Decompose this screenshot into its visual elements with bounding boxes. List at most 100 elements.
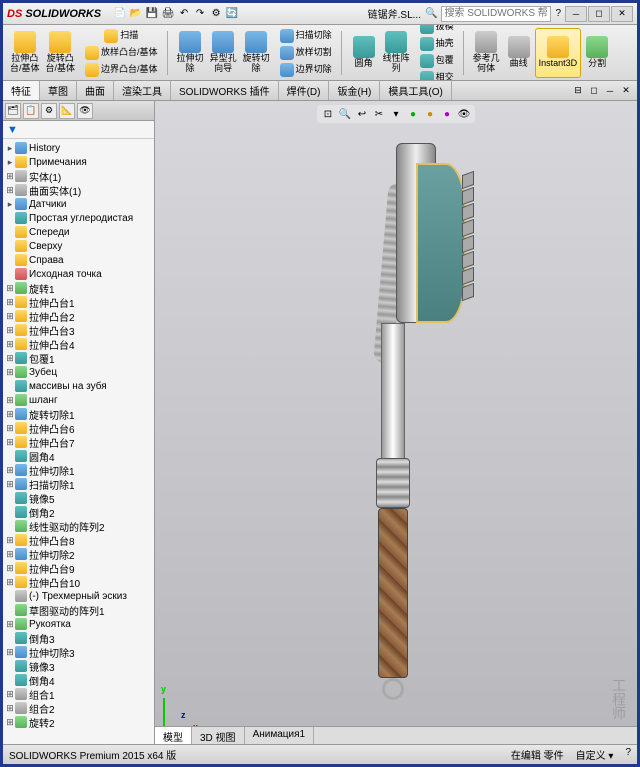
expand-icon[interactable]: ⊞ — [5, 689, 15, 700]
tree-item[interactable]: ⊞拉伸凸台2 — [3, 309, 154, 323]
prev-view-icon[interactable]: ↩ — [355, 107, 369, 121]
expand-icon[interactable]: ⊞ — [5, 409, 15, 420]
tree-item[interactable]: ⊞拉伸凸台6 — [3, 421, 154, 435]
expand-icon[interactable]: ⊞ — [5, 437, 15, 448]
appear-icon[interactable]: ● — [440, 107, 454, 121]
tree-item[interactable]: Сверху — [3, 239, 154, 253]
ribbon-button[interactable]: 扫描切除 — [277, 28, 335, 44]
status-custom[interactable]: 自定义 ▾ — [576, 747, 614, 762]
expand-icon[interactable]: ⊞ — [5, 465, 15, 476]
zoom-fit-icon[interactable]: ⊡ — [321, 107, 335, 121]
tree-item[interactable]: ▸Примечания — [3, 155, 154, 169]
ribbon-button[interactable]: Instant3D — [535, 28, 582, 78]
tree-item[interactable]: 倒角2 — [3, 505, 154, 519]
ribbon-button[interactable]: 异型孔向导 — [207, 28, 240, 78]
window-control-icon[interactable]: ◻ — [587, 84, 601, 98]
new-icon[interactable]: 📄 — [113, 7, 127, 21]
ribbon-button[interactable]: 边界凸台/基体 — [82, 62, 161, 78]
window-control-icon[interactable]: ⊟ — [571, 84, 585, 98]
command-tab[interactable]: 渲染工具 — [114, 81, 171, 100]
close-button[interactable]: ✕ — [611, 6, 633, 22]
ribbon-button[interactable]: 分割 — [581, 28, 613, 78]
tree-item[interactable]: ⊞实体(1) — [3, 169, 154, 183]
search-input[interactable] — [441, 6, 551, 22]
tree-item[interactable]: 倒角4 — [3, 673, 154, 687]
search-icon[interactable]: 🔍 — [425, 8, 437, 19]
tree-item[interactable]: ⊞组合1 — [3, 687, 154, 701]
ribbon-button[interactable]: 放样切割 — [277, 45, 335, 61]
expand-icon[interactable]: ⊞ — [5, 549, 15, 560]
config-tab[interactable]: ⚙ — [41, 103, 57, 119]
expand-icon[interactable]: ⊞ — [5, 717, 15, 728]
hide-show-icon[interactable]: 👁 — [457, 107, 471, 121]
tree-item[interactable]: 草图驱动的阵列1 — [3, 603, 154, 617]
command-tab[interactable]: SOLIDWORKS 插件 — [171, 81, 279, 100]
tree-item[interactable]: ⊞拉伸凸台9 — [3, 561, 154, 575]
ribbon-button[interactable]: 扫描 — [82, 28, 161, 44]
tree-item[interactable]: ⊞Рукоятка — [3, 617, 154, 631]
tree-item[interactable]: 圆角4 — [3, 449, 154, 463]
orientation-triad[interactable]: y x z — [163, 688, 203, 728]
command-tab[interactable]: 草图 — [40, 81, 77, 100]
rebuild-icon[interactable]: 🔄 — [225, 7, 239, 21]
view-orient-icon[interactable]: ▾ — [389, 107, 403, 121]
tree-item[interactable]: ⊞旋转切除1 — [3, 407, 154, 421]
ribbon-button[interactable]: 拉伸切除 — [174, 28, 207, 78]
expand-icon[interactable]: ⊞ — [5, 619, 15, 630]
undo-icon[interactable]: ↶ — [177, 7, 191, 21]
tree-item[interactable]: ▸Датчики — [3, 197, 154, 211]
expand-icon[interactable]: ⊞ — [5, 479, 15, 490]
tree-item[interactable]: 镜像3 — [3, 659, 154, 673]
tree-item[interactable]: ⊞拉伸切除2 — [3, 547, 154, 561]
expand-icon[interactable]: ⊞ — [5, 311, 15, 322]
expand-icon[interactable]: ⊞ — [5, 577, 15, 588]
ribbon-button[interactable]: 旋转凸台/基体 — [43, 28, 79, 78]
command-tab[interactable]: 钣金(H) — [329, 81, 380, 100]
ribbon-button[interactable]: 线性阵列 — [380, 28, 413, 78]
open-icon[interactable]: 📂 — [129, 7, 143, 21]
scene-icon[interactable]: ● — [423, 107, 437, 121]
tree-item[interactable]: ⊞Зубец — [3, 365, 154, 379]
tree-item[interactable]: Спереди — [3, 225, 154, 239]
section-icon[interactable]: ✂ — [372, 107, 386, 121]
expand-icon[interactable]: ⊞ — [5, 647, 15, 658]
tree-item[interactable]: ⊞шланг — [3, 393, 154, 407]
tree-item[interactable]: ⊞旋转1 — [3, 281, 154, 295]
tree-item[interactable]: (-) Трехмерный эскиз — [3, 589, 154, 603]
tree-item[interactable]: ⊞组合2 — [3, 701, 154, 715]
command-tab[interactable]: 曲面 — [77, 81, 114, 100]
ribbon-button[interactable]: 参考几何体 — [470, 28, 503, 78]
ribbon-button[interactable]: 边界切除 — [277, 62, 335, 78]
tree-item[interactable]: 倒角3 — [3, 631, 154, 645]
tree-item[interactable]: ⊞扫描切除1 — [3, 477, 154, 491]
tree-item[interactable]: ⊞拉伸凸台4 — [3, 337, 154, 351]
ribbon-button[interactable]: 抽壳 — [417, 36, 457, 52]
expand-icon[interactable]: ⊞ — [5, 353, 15, 364]
expand-icon[interactable]: ⊞ — [5, 325, 15, 336]
expand-icon[interactable]: ⊞ — [5, 563, 15, 574]
expand-icon[interactable]: ⊞ — [5, 297, 15, 308]
tree-item[interactable]: Справа — [3, 253, 154, 267]
expand-icon[interactable]: ⊞ — [5, 703, 15, 714]
dimxpert-tab[interactable]: 📐 — [59, 103, 75, 119]
command-tab[interactable]: 模具工具(O) — [380, 81, 451, 100]
window-control-icon[interactable]: ─ — [603, 84, 617, 98]
ribbon-button[interactable]: 拉伸凸台/基体 — [7, 28, 43, 78]
redo-icon[interactable]: ↷ — [193, 7, 207, 21]
graphics-viewport[interactable]: ⊡ 🔍 ↩ ✂ ▾ ● ● ● 👁 — [155, 101, 637, 744]
tree-item[interactable]: ⊞拉伸凸台8 — [3, 533, 154, 547]
tree-item[interactable]: Простая углеродистая — [3, 211, 154, 225]
ribbon-button[interactable]: 相交 — [417, 70, 457, 81]
expand-icon[interactable]: ⊞ — [5, 171, 15, 182]
expand-icon[interactable]: ⊞ — [5, 283, 15, 294]
ribbon-button[interactable]: 圆角 — [348, 28, 380, 78]
expand-icon[interactable]: ⊞ — [5, 423, 15, 434]
help-icon[interactable]: ? — [555, 8, 561, 19]
property-tab[interactable]: 📋 — [23, 103, 39, 119]
tree-item[interactable]: ⊞拉伸切除3 — [3, 645, 154, 659]
status-help-icon[interactable]: ? — [625, 747, 631, 762]
ribbon-button[interactable]: 曲线 — [503, 28, 535, 78]
feature-tree-tab[interactable]: 🗂 — [5, 103, 21, 119]
tree-item[interactable]: ⊞拉伸凸台1 — [3, 295, 154, 309]
options-icon[interactable]: ⚙ — [209, 7, 223, 21]
